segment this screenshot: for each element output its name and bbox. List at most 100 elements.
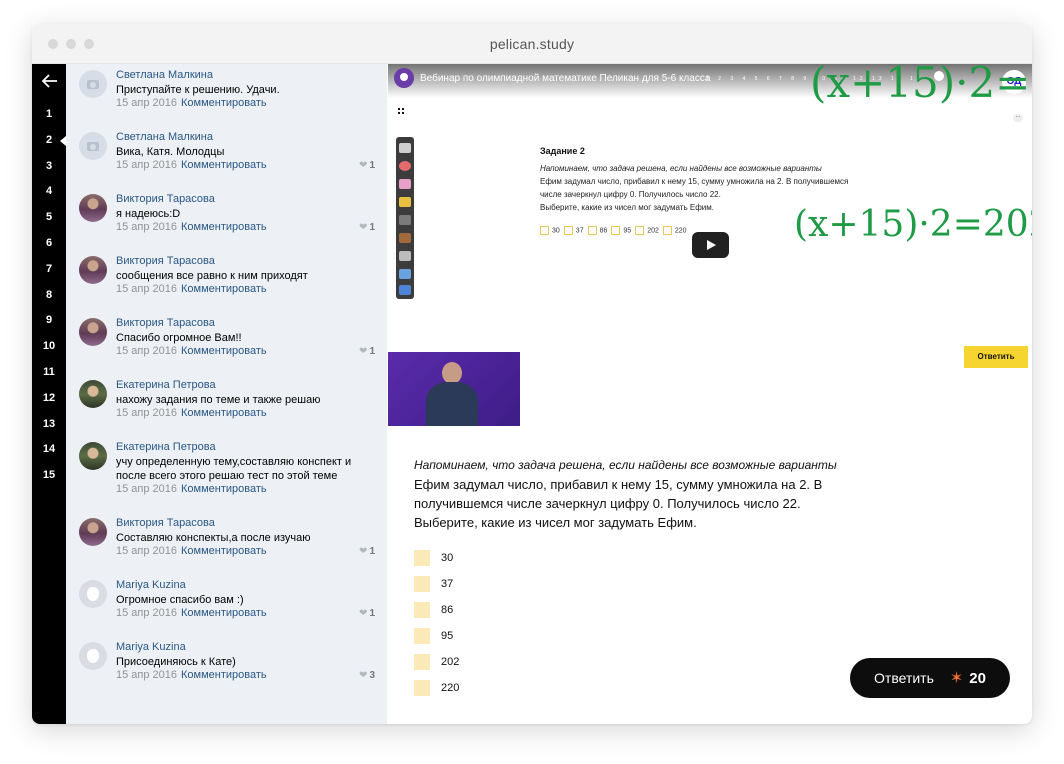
browser-window: pelican.study 1 2 3 4 5 6 7 8 9 10 11 12 13 14 15 Свет… (32, 24, 1032, 724)
option-label: 37 (441, 578, 454, 590)
like-button[interactable]: ❤ 1 (359, 546, 375, 557)
task-number-6[interactable]: 6 (32, 237, 66, 249)
avatar[interactable] (79, 580, 107, 608)
comment-reply-link[interactable]: Комментировать (181, 283, 267, 295)
comment-reply-link[interactable]: Комментировать (181, 407, 267, 419)
more-icon[interactable]: ... (1013, 113, 1023, 122)
avatar[interactable] (79, 318, 107, 346)
task-number-8[interactable]: 8 (32, 289, 66, 301)
task-number-1[interactable]: 1 (32, 108, 66, 120)
comment-reply-link[interactable]: Комментировать (181, 221, 267, 233)
video-option: 220 (662, 226, 687, 235)
comment-text: нахожу задания по теме и также решаю (116, 394, 321, 406)
like-button[interactable]: ❤ 1 (359, 608, 375, 619)
task-number-12[interactable]: 12 (32, 392, 66, 404)
comment-author[interactable]: Виктория Тарасова (116, 255, 215, 267)
option-checkbox[interactable] (414, 654, 430, 670)
task-number-9[interactable]: 9 (32, 314, 66, 326)
task-number-5[interactable]: 5 (32, 211, 66, 223)
answer-points: 20 (969, 669, 986, 687)
tool-pen-icon[interactable] (399, 161, 411, 171)
avatar[interactable] (79, 256, 107, 284)
comment-author[interactable]: Светлана Малкина (116, 131, 213, 143)
grid-icon[interactable] (398, 108, 404, 114)
tool-brush-icon[interactable] (399, 233, 411, 243)
avatar[interactable] (79, 518, 107, 546)
task-number-10[interactable]: 10 (32, 340, 66, 352)
task-number-14[interactable]: 14 (32, 443, 66, 455)
task-number-4[interactable]: 4 (32, 185, 66, 197)
like-button[interactable]: ❤ 1 (359, 222, 375, 233)
comment-reply-link[interactable]: Комментировать (181, 159, 267, 171)
avatar[interactable] (79, 132, 107, 160)
video-title[interactable]: Вебинар по олимпиадной математике Пелика… (420, 73, 710, 84)
channel-avatar[interactable] (394, 68, 414, 88)
comment-reply-link[interactable]: Комментировать (181, 669, 267, 681)
arrow-left-icon[interactable] (42, 74, 58, 88)
option-checkbox[interactable] (414, 680, 430, 696)
comment-text: я надеюсь:D (116, 208, 181, 220)
video-option: 86 (587, 226, 607, 235)
video-player[interactable]: Задание 2 Напоминаем, что задача решена,… (388, 64, 1032, 368)
comment-author[interactable]: Екатерина Петрова (116, 379, 216, 391)
play-icon[interactable] (692, 232, 729, 258)
comment-reply-link[interactable]: Комментировать (181, 607, 267, 619)
answer-button[interactable]: Ответить ✶ 20 (850, 658, 1010, 698)
comment-author[interactable]: Виктория Тарасова (116, 517, 215, 529)
avatar[interactable] (79, 380, 107, 408)
option-checkbox[interactable] (414, 576, 430, 592)
answer-option-202[interactable]: 202 (414, 653, 459, 671)
comment-date: 15 апр 2016 (116, 407, 178, 419)
tool-select-icon[interactable] (399, 143, 411, 153)
handwriting-mid: (x+15)·2=202 (794, 204, 1032, 245)
comment-date: 15 апр 2016 (116, 221, 178, 233)
tool-line-icon[interactable] (399, 215, 411, 225)
avatar[interactable] (79, 442, 107, 470)
task-number-15[interactable]: 15 (32, 469, 66, 481)
answer-option-220[interactable]: 220 (414, 679, 459, 697)
answer-option-95[interactable]: 95 (414, 627, 453, 645)
like-button[interactable]: ❤ 1 (359, 160, 375, 171)
comment-meta: 15 апр 2016 Комментировать (116, 483, 267, 495)
comment-reply-link[interactable]: Комментировать (181, 345, 267, 357)
answer-option-86[interactable]: 86 (414, 601, 453, 619)
tool-marker-icon[interactable] (399, 197, 411, 207)
tool-image-icon[interactable] (399, 269, 411, 279)
tool-eraser-icon[interactable] (399, 179, 411, 189)
question-italic: Напоминаем, что задача решена, если найд… (414, 458, 837, 472)
option-checkbox[interactable] (414, 602, 430, 618)
comment-text: Спасибо огромное Вам!! (116, 332, 242, 344)
comment-reply-link[interactable]: Комментировать (181, 483, 267, 495)
comment-author[interactable]: Светлана Малкина (116, 69, 213, 81)
comment-author[interactable]: Екатерина Петрова (116, 441, 216, 453)
comment-date: 15 апр 2016 (116, 345, 178, 357)
comment-author[interactable]: Виктория Тарасова (116, 317, 215, 329)
avatar[interactable] (79, 194, 107, 222)
option-checkbox[interactable] (414, 550, 430, 566)
tool-rect-icon[interactable] (399, 251, 411, 261)
comment-text: Присоединяюсь к Кате) (116, 656, 236, 668)
avatar[interactable] (79, 70, 107, 98)
comment-author[interactable]: Mariya Kuzina (116, 641, 186, 653)
like-count: 3 (369, 670, 375, 681)
comment-author[interactable]: Виктория Тарасова (116, 193, 215, 205)
answer-option-37[interactable]: 37 (414, 575, 453, 593)
video-task-line2: числе зачеркнул цифру 0. Получилось числ… (540, 190, 721, 199)
comment-reply-link[interactable]: Комментировать (181, 97, 267, 109)
like-button[interactable]: ❤ 3 (359, 670, 375, 681)
like-count: 1 (369, 160, 375, 171)
task-number-13[interactable]: 13 (32, 418, 66, 430)
comment-item: Виктория Тарасова сообщения все равно к н… (66, 250, 387, 312)
answer-option-30[interactable]: 30 (414, 549, 453, 567)
like-button[interactable]: ❤ 1 (359, 346, 375, 357)
comment-reply-link[interactable]: Комментировать (181, 545, 267, 557)
avatar[interactable] (79, 642, 107, 670)
task-number-11[interactable]: 11 (32, 366, 66, 378)
comment-author[interactable]: Mariya Kuzina (116, 579, 186, 591)
question-text: Напоминаем, что задача решена, если найд… (414, 456, 854, 532)
task-number-3[interactable]: 3 (32, 160, 66, 172)
task-number-7[interactable]: 7 (32, 263, 66, 275)
tool-save-icon[interactable] (399, 285, 411, 295)
task-number-sidebar: 1 2 3 4 5 6 7 8 9 10 11 12 13 14 15 (32, 64, 66, 724)
option-checkbox[interactable] (414, 628, 430, 644)
